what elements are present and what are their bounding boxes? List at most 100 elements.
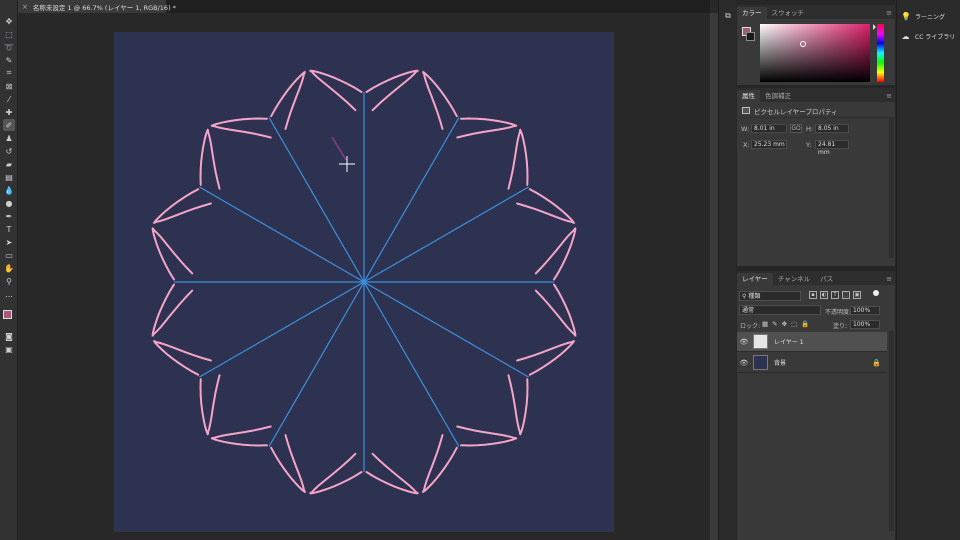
zoom-icon[interactable]: ⚲	[3, 275, 15, 287]
layers-scrollbar[interactable]	[889, 331, 894, 531]
pen-icon[interactable]: ✒	[3, 210, 15, 222]
brush-cursor	[331, 136, 355, 172]
crop-icon[interactable]: ⌗	[3, 67, 15, 79]
quick-mask-icon[interactable]: ◙	[3, 330, 15, 342]
color-picker-cursor[interactable]	[800, 41, 806, 47]
hand-icon[interactable]: ✋	[3, 262, 15, 274]
petal-stroke	[534, 283, 577, 337]
layer-row[interactable]: 👁 レイヤー 1	[737, 332, 887, 352]
panel-menu-icon[interactable]: ≡	[886, 9, 892, 17]
background-color-chip[interactable]	[746, 32, 755, 41]
tab-properties[interactable]: 属性	[737, 90, 760, 102]
filter-toggle[interactable]	[873, 290, 879, 296]
lock-label: ロック:	[740, 323, 761, 330]
lock-artboard-icon[interactable]: ⬚	[791, 320, 797, 328]
document-tab[interactable]: × 名称未設定 1 @ 66.7% (レイヤー 1, RGB/16) *	[18, 0, 176, 13]
petal-stroke	[270, 434, 306, 494]
tab-adjustments[interactable]: 色調補正	[760, 90, 796, 102]
screen-mode-icon[interactable]: ▣	[3, 343, 15, 355]
filter-type-icon[interactable]: T	[831, 291, 839, 299]
filter-pixel-icon[interactable]: ▪	[809, 291, 817, 299]
layer-thumbnail	[753, 355, 768, 370]
lock-options: ▦ ✎ ✥ ⬚ 🔒	[762, 320, 809, 328]
document-tab-bar: × 名称未設定 1 @ 66.7% (レイヤー 1, RGB/16) *	[18, 0, 710, 13]
tab-color[interactable]: カラー	[737, 7, 767, 19]
lock-transparent-icon[interactable]: ▦	[762, 320, 768, 328]
petal-stroke	[516, 188, 576, 224]
workspace-scrollbar[interactable]	[710, 13, 718, 540]
filter-smartobject-icon[interactable]: ▣	[853, 291, 861, 299]
eraser-icon[interactable]: ▰	[3, 158, 15, 170]
layer-filter-kind: 種類	[748, 293, 761, 300]
y-label: Y:	[806, 141, 812, 149]
quick-select-icon[interactable]: ✎	[3, 54, 15, 66]
lasso-icon[interactable]: ➰	[3, 41, 15, 53]
type-icon[interactable]: T	[3, 223, 15, 235]
pixel-layer-icon	[742, 107, 750, 114]
tab-layers[interactable]: レイヤー	[737, 273, 773, 285]
libraries-button[interactable]: ☁ CC ライブラリ	[901, 32, 956, 41]
tools-panel: ✥ ⬚ ➰ ✎ ⌗ ⊠ ⁄ ✚ ✐ ♟ ↺ ▰ ▤ 💧 ● ✒ T ➤ ▭ ✋ …	[0, 0, 18, 540]
hue-slider[interactable]	[877, 24, 884, 82]
height-field[interactable]: 8.05 in	[815, 124, 849, 133]
fill-label: 塗り:	[833, 323, 848, 330]
history-brush-icon[interactable]: ↺	[3, 145, 15, 157]
lock-all-icon[interactable]: 🔒	[801, 320, 809, 328]
layer-filter-select[interactable]: ⚲ 種類	[739, 291, 801, 301]
panel-menu-icon[interactable]: ≡	[886, 92, 892, 100]
properties-panel: 属性 色調補正 ≡ ピクセルレイヤープロパティ W: 8.01 in GO H:…	[737, 88, 895, 266]
tab-swatches[interactable]: スウォッチ	[767, 7, 810, 19]
tab-channels[interactable]: チャンネル	[773, 273, 815, 285]
move-icon[interactable]: ✥	[3, 15, 15, 27]
fill-field[interactable]: 100%	[850, 320, 880, 329]
learn-button[interactable]: 💡 ラーニング	[901, 12, 945, 21]
libraries-label: CC ライブラリ	[915, 34, 956, 41]
healing-icon[interactable]: ✚	[3, 106, 15, 118]
panel-dock: カラー スウォッチ ≡ 属性 色調補正 ≡ ピクセルレイヤープロパティ W: 8…	[737, 0, 895, 540]
foreground-color-swatch[interactable]	[3, 310, 12, 319]
color-picker-field[interactable]	[760, 24, 870, 82]
document-canvas[interactable]	[114, 32, 614, 532]
blur-icon[interactable]: 💧	[3, 184, 15, 196]
document-tab-title: 名称未設定 1 @ 66.7% (レイヤー 1, RGB/16) *	[32, 3, 176, 12]
panel-menu-icon[interactable]: ≡	[886, 275, 892, 283]
petal-stroke	[309, 69, 363, 112]
shape-icon[interactable]: ▭	[3, 249, 15, 261]
frame-icon[interactable]: ⊠	[3, 80, 15, 92]
eye-icon[interactable]: 👁	[737, 359, 751, 367]
properties-scrollbar[interactable]	[889, 118, 894, 258]
dodge-icon[interactable]: ●	[3, 197, 15, 209]
tab-paths[interactable]: パス	[815, 273, 838, 285]
more-icon[interactable]: …	[3, 288, 15, 300]
stamp-icon[interactable]: ♟	[3, 132, 15, 144]
petal-stroke	[309, 452, 363, 495]
lock-image-icon[interactable]: ✎	[772, 320, 777, 328]
path-select-icon[interactable]: ➤	[3, 236, 15, 248]
lock-icon: 🔒	[872, 358, 881, 367]
history-icon[interactable]: ⧉	[722, 10, 734, 22]
eyedropper-icon[interactable]: ⁄	[3, 93, 15, 105]
filter-adjustment-icon[interactable]: ◐	[820, 291, 828, 299]
y-position-field[interactable]: 24.81 mm	[815, 140, 849, 156]
gradient-icon[interactable]: ▤	[3, 171, 15, 183]
layer-row[interactable]: 👁 背景 🔒	[737, 353, 887, 373]
x-position-field[interactable]: 25.23 mm	[751, 140, 787, 149]
lock-position-icon[interactable]: ✥	[782, 320, 787, 328]
close-tab-icon[interactable]: ×	[22, 3, 28, 11]
petal-stroke	[516, 340, 576, 376]
petal-stroke	[152, 188, 212, 224]
hue-slider-caret[interactable]	[873, 24, 876, 30]
filter-shape-icon[interactable]: ⬚	[842, 291, 850, 299]
eye-icon[interactable]: 👁	[737, 338, 751, 346]
link-dimensions-icon[interactable]: GO	[790, 124, 802, 133]
opacity-field[interactable]: 100%	[850, 306, 880, 315]
blend-mode-select[interactable]: 通常	[739, 305, 821, 315]
properties-subtitle-row: ピクセルレイヤープロパティ	[737, 104, 895, 118]
marquee-icon[interactable]: ⬚	[3, 28, 15, 40]
width-field[interactable]: 8.01 in	[751, 124, 787, 133]
petal-stroke	[152, 340, 212, 376]
layers-panel: レイヤー チャンネル パス ≡ ⚲ 種類 ▪ ◐ T ⬚ ▣ 通常 不透明度: …	[737, 271, 895, 540]
petal-stroke	[365, 452, 419, 495]
brush-icon[interactable]: ✐	[3, 119, 15, 131]
color-panel-tabs: カラー スウォッチ ≡	[737, 5, 895, 19]
